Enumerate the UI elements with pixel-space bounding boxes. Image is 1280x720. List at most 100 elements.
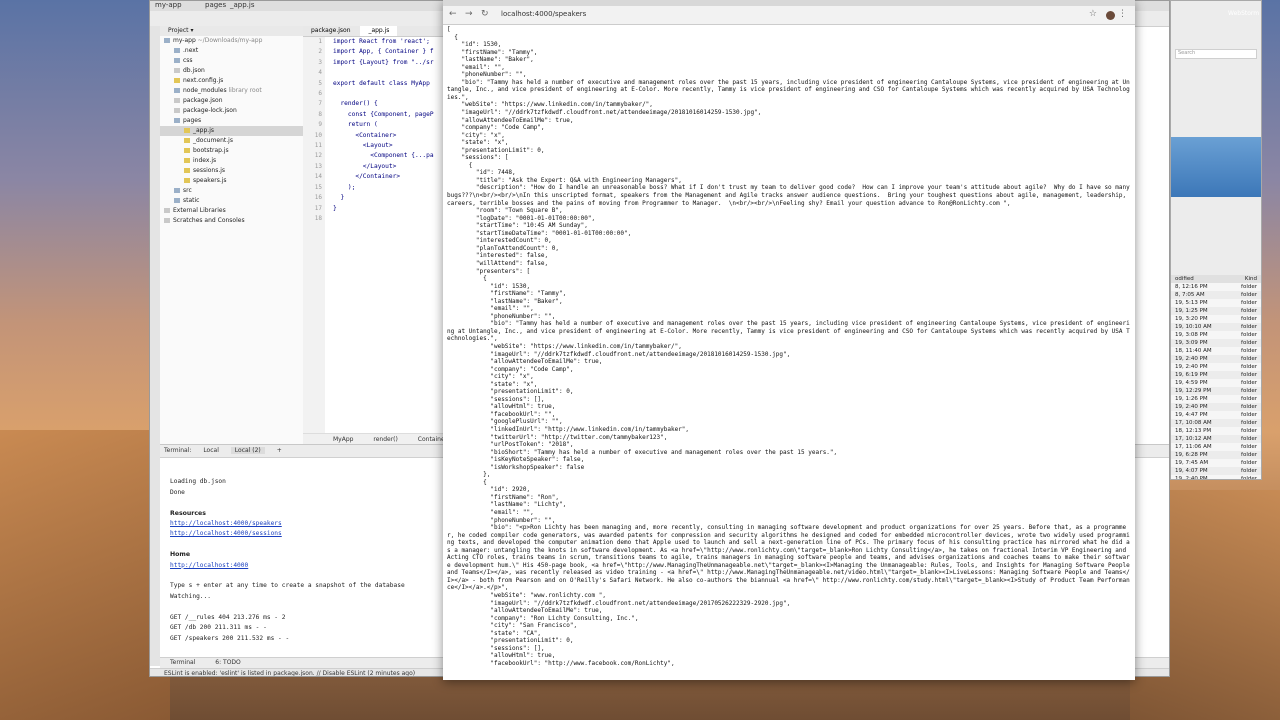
profile-avatar[interactable] bbox=[1106, 11, 1115, 20]
tree-item[interactable]: node_modules library root bbox=[160, 86, 303, 96]
finder-row[interactable]: 19, 3:20 PM folder bbox=[1171, 315, 1261, 323]
tree-item[interactable]: package.json bbox=[160, 96, 303, 106]
finder-row[interactable]: 19, 4:59 PM folder bbox=[1171, 379, 1261, 387]
code-line[interactable]: <Container> bbox=[333, 131, 434, 141]
code-line[interactable] bbox=[333, 68, 434, 78]
finder-row[interactable]: 19, 12:29 PM folder bbox=[1171, 387, 1261, 395]
code-line[interactable]: } bbox=[333, 193, 434, 203]
finder-row[interactable]: 17, 10:08 AM folder bbox=[1171, 419, 1261, 427]
tree-item[interactable]: speakers.js bbox=[160, 176, 303, 186]
code-line[interactable]: return ( bbox=[333, 120, 434, 130]
finder-row[interactable]: 18, 12:13 PM folder bbox=[1171, 427, 1261, 435]
browser-menu-icon[interactable]: ⋮ bbox=[1118, 9, 1127, 19]
finder-row[interactable]: 19, 2:40 PM folder bbox=[1171, 355, 1261, 363]
address-bar[interactable]: localhost:4000/speakers bbox=[501, 10, 586, 18]
code-line[interactable]: const {Component, pageP bbox=[333, 110, 434, 120]
code-line[interactable]: <Layout> bbox=[333, 141, 434, 151]
finder-row[interactable]: 19, 10:10 AM folder bbox=[1171, 323, 1261, 331]
terminal-link-sessions[interactable]: http://localhost:4000/sessions bbox=[170, 530, 282, 537]
finder-row[interactable]: 19, 1:26 PM folder bbox=[1171, 395, 1261, 403]
tool-tab-terminal[interactable]: Terminal bbox=[170, 659, 195, 666]
finder-row[interactable]: 8, 7:05 AM folder bbox=[1171, 291, 1261, 299]
line-number: 3 bbox=[318, 58, 322, 66]
terminal-title: Terminal: bbox=[164, 447, 192, 454]
tree-item[interactable]: bootstrap.js bbox=[160, 146, 303, 156]
crumb-render[interactable]: render() bbox=[373, 436, 397, 443]
code-line[interactable] bbox=[333, 214, 434, 224]
code-line[interactable]: import {Layout} from "../sr bbox=[333, 58, 434, 68]
project-panel-header[interactable]: Project ▾ bbox=[160, 26, 303, 36]
finder-search-input[interactable]: Search bbox=[1175, 49, 1257, 59]
code-line[interactable]: </Layout> bbox=[333, 162, 434, 172]
tree-item[interactable]: _app.js bbox=[160, 126, 303, 136]
finder-row[interactable]: 19, 2:40 PM folder bbox=[1171, 363, 1261, 371]
desktop-dune-left bbox=[0, 430, 170, 720]
finder-row[interactable]: 19, 6:28 PM folder bbox=[1171, 451, 1261, 459]
finder-row-kind: folder bbox=[1241, 284, 1257, 290]
tree-item[interactable]: package-lock.json bbox=[160, 106, 303, 116]
webstorm-desktop-label[interactable]: WebStorm bbox=[1228, 10, 1259, 17]
finder-row[interactable]: 19, 2:40 PM folder bbox=[1171, 403, 1261, 411]
finder-row[interactable]: 19, 4:07 PM folder bbox=[1171, 467, 1261, 475]
terminal-output[interactable]: Loading db.json Done Resources http://lo… bbox=[170, 467, 405, 654]
tree-item[interactable]: .next bbox=[160, 46, 303, 56]
crumb-myapp[interactable]: MyApp bbox=[333, 436, 353, 443]
code-line[interactable]: } bbox=[333, 204, 434, 214]
code-line[interactable]: export default class MyApp bbox=[333, 79, 434, 89]
tab-app-js[interactable]: _app.js bbox=[360, 26, 398, 36]
terminal-log-line: GET /db 200 211.311 ms - - bbox=[170, 624, 267, 632]
code-line[interactable] bbox=[333, 89, 434, 99]
tree-item[interactable]: my-app ~/Downloads/my-app bbox=[160, 36, 303, 46]
back-arrow-icon[interactable]: ← bbox=[449, 9, 457, 19]
tree-item[interactable]: External Libraries bbox=[160, 206, 303, 216]
finder-row[interactable]: 19, 3:09 PM folder bbox=[1171, 339, 1261, 347]
tree-item[interactable]: src bbox=[160, 186, 303, 196]
code-line[interactable]: ); bbox=[333, 183, 434, 193]
reload-icon[interactable]: ↻ bbox=[481, 9, 489, 19]
tree-item[interactable]: db.json bbox=[160, 66, 303, 76]
finder-row[interactable]: 19, 6:19 PM folder bbox=[1171, 371, 1261, 379]
tree-item[interactable]: pages bbox=[160, 116, 303, 126]
code-line[interactable]: render() { bbox=[333, 99, 434, 109]
tree-item[interactable]: index.js bbox=[160, 156, 303, 166]
line-number: 12 bbox=[314, 152, 322, 160]
ide-crumb-pages[interactable]: pages bbox=[205, 1, 226, 9]
finder-row-kind: folder bbox=[1241, 404, 1257, 410]
finder-row[interactable]: 19, 1:25 PM folder bbox=[1171, 307, 1261, 315]
finder-row[interactable]: 19, 7:45 AM folder bbox=[1171, 459, 1261, 467]
line-number: 16 bbox=[314, 194, 322, 202]
tree-item[interactable]: sessions.js bbox=[160, 166, 303, 176]
code-line[interactable]: import React from 'react'; bbox=[333, 37, 434, 47]
code-line[interactable]: import App, { Container } f bbox=[333, 47, 434, 57]
col-kind[interactable]: Kind bbox=[1245, 275, 1257, 283]
tree-item[interactable]: _document.js bbox=[160, 136, 303, 146]
tree-item[interactable]: next.config.js bbox=[160, 76, 303, 86]
tree-item[interactable]: Scratches and Consoles bbox=[160, 216, 303, 226]
bookmark-star-icon[interactable]: ☆ bbox=[1089, 9, 1097, 19]
finder-row[interactable]: 18, 11:40 AM folder bbox=[1171, 347, 1261, 355]
finder-row-kind: folder bbox=[1241, 428, 1257, 434]
terminal-link-speakers[interactable]: http://localhost:4000/speakers bbox=[170, 520, 282, 527]
finder-row[interactable]: 17, 11:06 AM folder bbox=[1171, 443, 1261, 451]
forward-arrow-icon[interactable]: → bbox=[465, 9, 473, 19]
col-modified[interactable]: odified bbox=[1175, 275, 1194, 283]
finder-row[interactable]: 19, 3:08 PM folder bbox=[1171, 331, 1261, 339]
terminal-tab-local-2[interactable]: Local (2) bbox=[230, 447, 265, 454]
finder-row[interactable]: 8, 12:16 PM folder bbox=[1171, 283, 1261, 291]
ide-crumb-file[interactable]: _app.js bbox=[230, 1, 255, 9]
code-line[interactable]: <Component {...pa bbox=[333, 151, 433, 161]
terminal-link-home[interactable]: http://localhost:4000 bbox=[170, 562, 248, 569]
tree-item[interactable]: css bbox=[160, 56, 303, 66]
tool-tab-todo[interactable]: 6: TODO bbox=[215, 659, 240, 666]
tab-package-json[interactable]: package.json bbox=[303, 26, 359, 36]
terminal-tab-local[interactable]: Local bbox=[203, 447, 219, 454]
terminal-add-button[interactable]: + bbox=[277, 447, 282, 454]
finder-row[interactable]: 19, 2:40 PM folder bbox=[1171, 475, 1261, 479]
ide-crumb-project[interactable]: my-app bbox=[155, 1, 182, 9]
code-line[interactable]: </Container> bbox=[333, 172, 434, 182]
finder-row[interactable]: 19, 4:47 PM folder bbox=[1171, 411, 1261, 419]
finder-row[interactable]: 19, 5:13 PM folder bbox=[1171, 299, 1261, 307]
tree-item[interactable]: static bbox=[160, 196, 303, 206]
finder-row[interactable]: 17, 10:12 AM folder bbox=[1171, 435, 1261, 443]
code-content[interactable]: import React from 'react'; import App, { … bbox=[333, 37, 434, 224]
